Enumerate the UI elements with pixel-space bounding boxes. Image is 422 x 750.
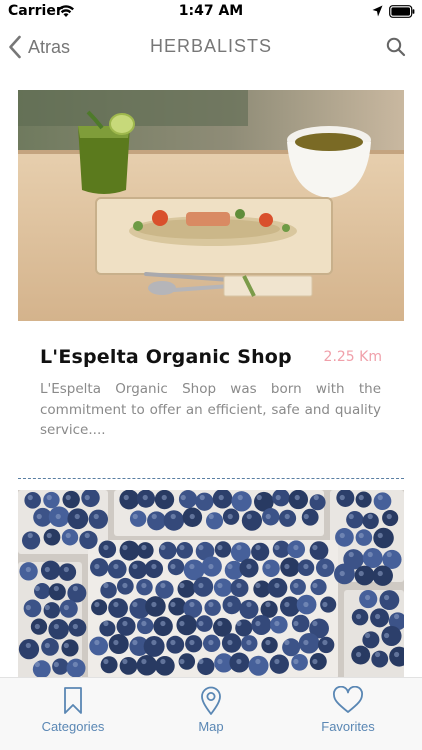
shop-description: L'Espelta Organic Shop was born with the… bbox=[40, 381, 381, 438]
shop-image-berries[interactable] bbox=[18, 490, 404, 680]
shop-card[interactable]: L'Espelta Organic Shop 2.25 Km L'Espelta… bbox=[18, 321, 404, 477]
tab-favorites-label: Favorites bbox=[321, 719, 375, 734]
shop-image-food[interactable] bbox=[18, 90, 404, 321]
bookmark-icon bbox=[64, 687, 82, 714]
blueberries-photo bbox=[18, 490, 404, 680]
chevron-left-icon bbox=[9, 35, 21, 59]
shop-distance: 2.25 Km bbox=[323, 349, 382, 365]
card-divider bbox=[18, 478, 404, 479]
tab-categories-label: Categories bbox=[41, 719, 105, 734]
navigation-bar: Atras HERBALISTS bbox=[0, 26, 422, 68]
map-pin-icon bbox=[201, 686, 221, 715]
shop-name: L'Espelta Organic Shop bbox=[40, 346, 292, 368]
food-plate-photo bbox=[18, 90, 404, 321]
heart-icon bbox=[333, 686, 363, 713]
tab-favorites[interactable]: Favorites bbox=[293, 686, 403, 742]
search-icon[interactable] bbox=[384, 35, 408, 59]
battery-icon bbox=[389, 5, 415, 18]
tab-categories[interactable]: Categories bbox=[18, 686, 128, 742]
back-button-label: Atras bbox=[28, 36, 71, 57]
tab-map[interactable]: Map bbox=[156, 686, 266, 742]
status-bar: Carrier 1:47 AM bbox=[0, 0, 422, 24]
tab-bar: Categories Map Favorites bbox=[0, 677, 422, 750]
location-arrow-icon bbox=[372, 5, 383, 17]
back-button[interactable]: Atras bbox=[8, 32, 70, 62]
tab-map-label: Map bbox=[198, 719, 224, 734]
clock: 1:47 AM bbox=[178, 3, 244, 19]
